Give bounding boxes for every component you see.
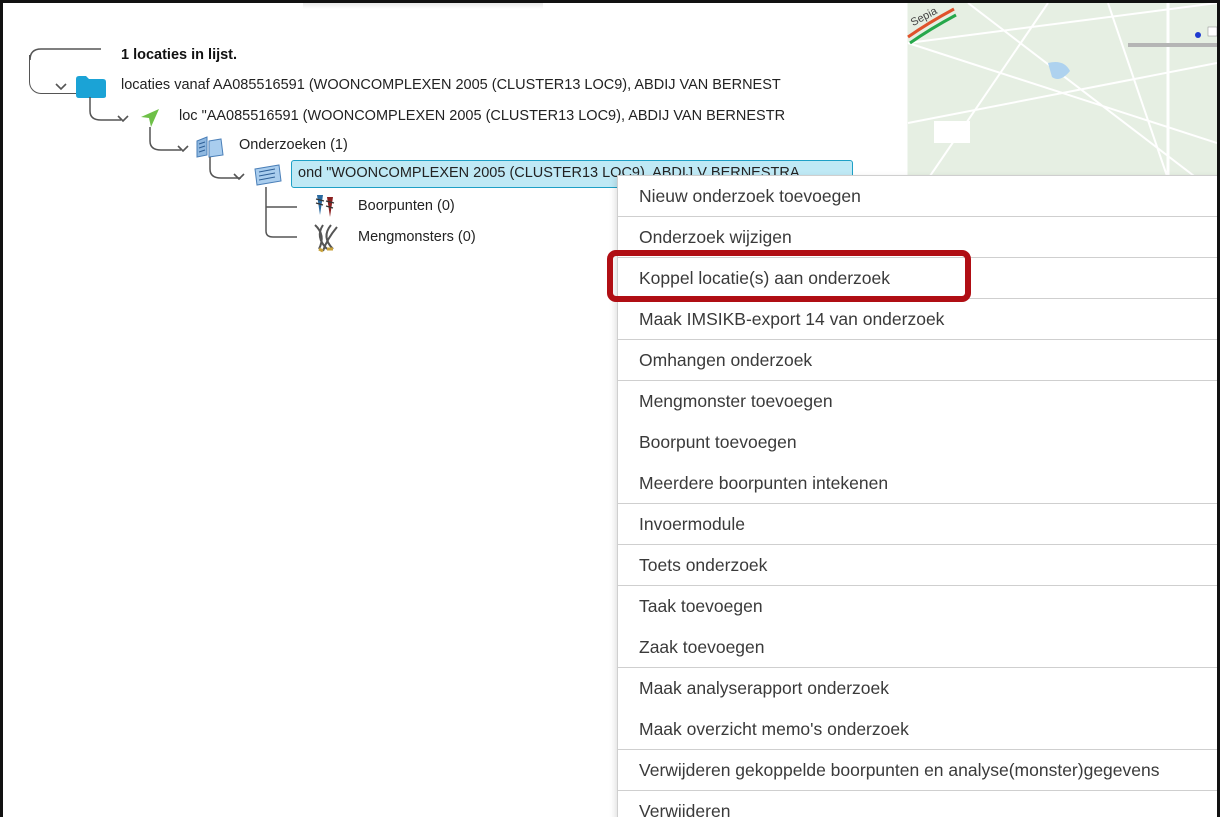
map-view[interactable]: Sepia	[868, 3, 1217, 179]
tree-connector	[29, 48, 101, 61]
menu-item-new-investigation[interactable]: Nieuw onderzoek toevoegen	[618, 176, 1217, 216]
investigations-node-label[interactable]: Onderzoeken (1)	[239, 137, 348, 153]
menu-item-test-investigation[interactable]: Toets onderzoek	[618, 545, 1217, 585]
folder-node-label[interactable]: locaties vanaf AA085516591 (WOONCOMPLEXE…	[121, 77, 781, 93]
map-canvas	[868, 3, 1217, 179]
boreholes-node-label[interactable]: Boorpunten (0)	[358, 198, 455, 214]
menu-item-delete[interactable]: Verwijderen	[618, 791, 1217, 817]
menu-item-delete-linked-data[interactable]: Verwijderen gekoppelde boorpunten en ana…	[618, 750, 1217, 790]
chevron-down-icon[interactable]	[55, 81, 67, 93]
menu-item-imsikb-export[interactable]: Maak IMSIKB-export 14 van onderzoek	[618, 299, 1217, 339]
menu-item-analysis-report[interactable]: Maak analyserapport onderzoek	[618, 668, 1217, 708]
menu-item-rehang-investigation[interactable]: Omhangen onderzoek	[618, 340, 1217, 380]
mixed-samples-node-label[interactable]: Mengmonsters (0)	[358, 229, 476, 245]
boreholes-icon	[311, 193, 341, 224]
menu-item-draw-boreholes[interactable]: Meerdere boorpunten intekenen	[618, 463, 1217, 503]
location-node-label[interactable]: loc "AA085516591 (WOONCOMPLEXEN 2005 (CL…	[179, 108, 785, 124]
menu-item-link-locations[interactable]: Koppel locatie(s) aan onderzoek	[618, 258, 1217, 298]
tree-connector	[265, 187, 297, 238]
context-menu: Nieuw onderzoek toevoegen Onderzoek wijz…	[617, 175, 1217, 817]
menu-item-input-module[interactable]: Invoermodule	[618, 504, 1217, 544]
menu-item-add-task[interactable]: Taak toevoegen	[618, 586, 1217, 626]
chevron-down-icon[interactable]	[117, 113, 129, 125]
menu-item-edit-investigation[interactable]: Onderzoek wijzigen	[618, 217, 1217, 257]
mixed-samples-icon	[311, 223, 341, 258]
chevron-down-icon[interactable]	[177, 143, 189, 155]
menu-item-add-mixed-sample[interactable]: Mengmonster toevoegen	[618, 381, 1217, 421]
menu-item-add-borehole[interactable]: Boorpunt toevoegen	[618, 422, 1217, 462]
app-frame: 1 locaties in lijst. locaties vanaf AA08…	[0, 0, 1220, 817]
chevron-down-icon[interactable]	[233, 171, 245, 183]
menu-item-memo-overview[interactable]: Maak overzicht memo's onderzoek	[618, 709, 1217, 749]
menu-item-add-case[interactable]: Zaak toevoegen	[618, 627, 1217, 667]
list-count-header: 1 locaties in lijst.	[121, 47, 238, 63]
